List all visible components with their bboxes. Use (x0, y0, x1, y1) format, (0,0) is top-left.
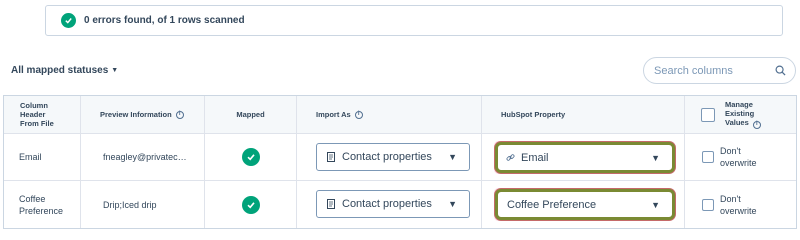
dropdown-arrow-icon: ▼ (448, 152, 457, 162)
mapping-table: Column Header From File Preview Informat… (3, 95, 797, 229)
link-icon (506, 153, 515, 162)
overwrite-checkbox[interactable] (702, 151, 714, 163)
import-as-value: Contact properties (342, 198, 432, 210)
import-as-select[interactable]: Contact properties ▼ (316, 190, 470, 218)
dropdown-arrow-icon: ▼ (651, 199, 660, 210)
hubspot-property-select[interactable]: Coffee Preference ▼ (495, 189, 675, 220)
mapped-check-icon (241, 148, 260, 166)
hubspot-property-select[interactable]: Email ▼ (495, 142, 675, 173)
mapped-status-filter-label: All mapped statuses (11, 65, 109, 76)
preview-value: Drip;Iced drip (103, 199, 157, 210)
preview-value: fneagley@privatec… (103, 152, 187, 162)
hubspot-property-value: Email (521, 151, 549, 164)
select-all-checkbox[interactable] (701, 107, 715, 122)
column-name: Coffee Preference (19, 193, 64, 216)
table-row: Email fneagley@privatec… Contact propert… (4, 134, 796, 181)
overwrite-label: Don't overwrite (720, 193, 757, 216)
info-icon[interactable]: i (354, 110, 363, 119)
check-circle-icon (61, 13, 76, 28)
caret-down-icon: ▼ (111, 67, 119, 74)
mapped-status-filter[interactable]: All mapped statuses ▼ (11, 65, 118, 76)
dropdown-arrow-icon: ▼ (448, 199, 457, 209)
table-row: Coffee Preference Drip;Iced drip Contact… (4, 181, 796, 228)
search-placeholder: Search columns (654, 64, 733, 77)
header-manage-existing-values: Manage Existing Values i (725, 100, 775, 129)
header-preview-information: Preview Information i (81, 110, 184, 119)
header-hubspot-property: HubSpot Property (501, 110, 566, 119)
header-mapped: Mapped (236, 110, 265, 119)
info-icon[interactable]: i (752, 120, 761, 129)
overwrite-label: Don't overwrite (720, 146, 757, 168)
scan-result-message: 0 errors found, of 1 rows scanned (84, 15, 245, 26)
dropdown-arrow-icon: ▼ (651, 152, 660, 163)
search-icon[interactable] (775, 65, 786, 76)
column-name: Email (19, 152, 42, 162)
header-column-from-file: Column Header From File (20, 101, 54, 128)
import-as-value: Contact properties (342, 151, 432, 163)
table-header-row: Column Header From File Preview Informat… (4, 96, 796, 134)
header-import-as: Import As i (297, 110, 363, 119)
search-columns-input[interactable]: Search columns (643, 57, 796, 84)
document-icon (327, 199, 335, 209)
info-icon[interactable]: i (175, 110, 184, 119)
mapped-check-icon (241, 195, 260, 214)
scan-result-banner: 0 errors found, of 1 rows scanned (45, 5, 783, 36)
document-icon (327, 152, 335, 162)
overwrite-checkbox[interactable] (702, 198, 714, 211)
hubspot-property-value: Coffee Preference (507, 198, 597, 211)
import-as-select[interactable]: Contact properties ▼ (316, 143, 470, 171)
